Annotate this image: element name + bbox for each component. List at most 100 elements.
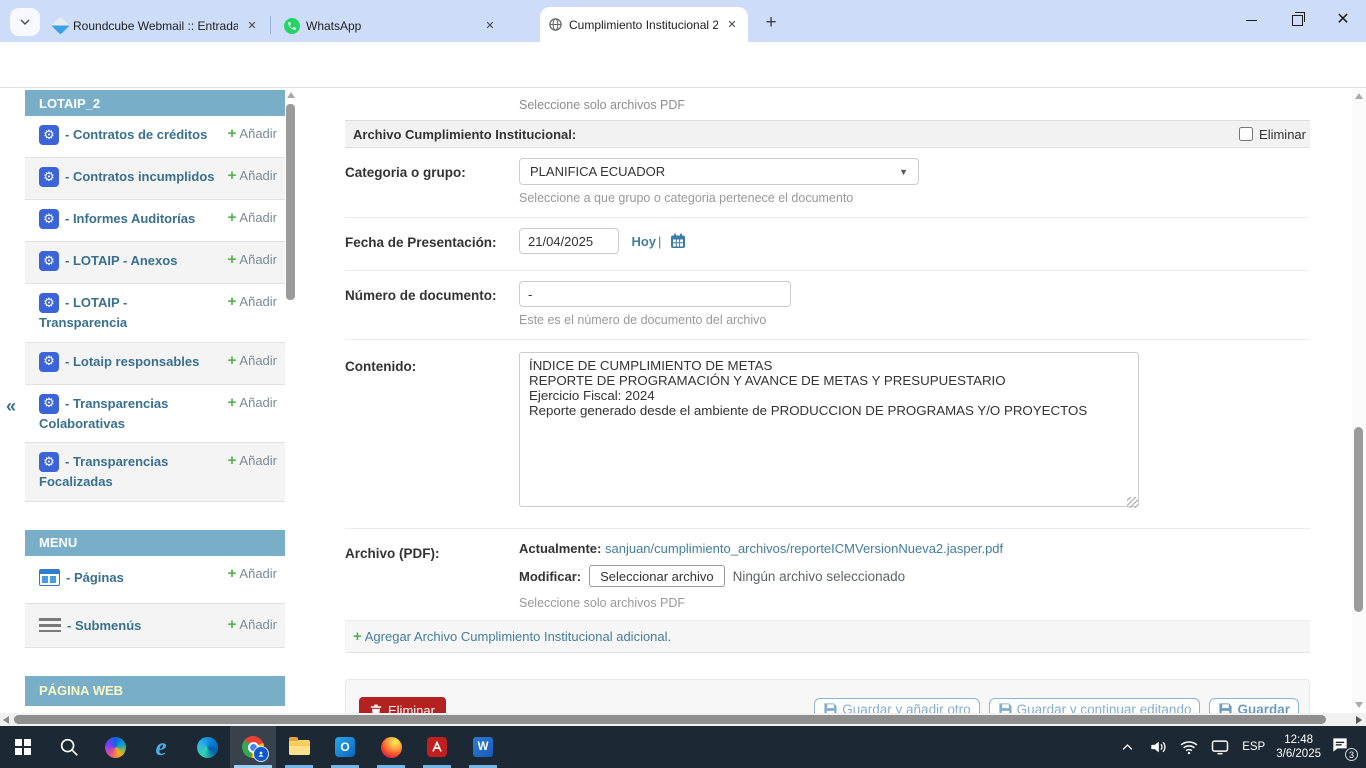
start-button[interactable]: [0, 726, 46, 768]
minimize-button[interactable]: [1228, 0, 1274, 40]
sidebar-item-submenus[interactable]: - Submenús +Añadir: [25, 604, 285, 648]
taskbar-acrobat-button[interactable]: [414, 726, 460, 768]
notification-center-button[interactable]: 3: [1330, 735, 1356, 759]
sidebar-item-label[interactable]: - Informes Auditorías: [65, 211, 195, 226]
save-label: Guardar: [1237, 702, 1290, 713]
tab-whatsapp[interactable]: WhatsApp ✕: [276, 9, 506, 42]
sidebar-item-pagina-web[interactable]: +Añadir: [25, 706, 285, 714]
sidebar-item-label[interactable]: - Contratos de créditos: [65, 127, 207, 142]
sidebar-scrollbar-thumb[interactable]: [286, 104, 295, 300]
taskbar-edge-button[interactable]: [184, 726, 230, 768]
sidebar-item-lotaip-anexos[interactable]: ⚙- LOTAIP - Anexos +Añadir: [25, 242, 285, 284]
resize-handle[interactable]: [1127, 497, 1138, 508]
sidebar-item-paginas[interactable]: - Páginas +Añadir: [25, 556, 285, 604]
taskbar-copilot-button[interactable]: [92, 726, 138, 768]
tray-expand-button[interactable]: [1116, 736, 1138, 758]
delete-button[interactable]: Eliminar: [359, 697, 446, 713]
wifi-icon: [1179, 737, 1199, 757]
tab-search-button[interactable]: [10, 8, 40, 36]
tab-roundcube[interactable]: Roundcube Webmail :: Entrada ✕: [46, 9, 268, 42]
scroll-down-arrow[interactable]: [1355, 702, 1363, 708]
add-link[interactable]: +Añadir: [228, 125, 277, 142]
taskbar-clock[interactable]: 12:48 3/6/2025: [1276, 733, 1321, 761]
sidebar-item-informes-auditorias[interactable]: ⚙- Informes Auditorías +Añadir: [25, 200, 285, 242]
add-label: Añadir: [239, 395, 277, 410]
connect-button[interactable]: [1209, 736, 1231, 758]
language-indicator[interactable]: ESP: [1240, 741, 1267, 753]
fecha-input[interactable]: [519, 228, 619, 254]
tab-close-icon[interactable]: ✕: [244, 18, 260, 34]
new-tab-button[interactable]: +: [758, 10, 784, 36]
field-help-text: Seleccione a que grupo o categoria perte…: [519, 191, 1310, 205]
horizontal-scrollbar-thumb[interactable]: [14, 715, 1326, 724]
taskbar-explorer-button[interactable]: [276, 726, 322, 768]
add-label: Añadir: [239, 617, 277, 632]
sidebar-item-contratos-creditos[interactable]: ⚙ - Contratos de créditos +Añadir: [25, 116, 285, 158]
add-link[interactable]: +Añadir: [228, 352, 277, 369]
horizontal-scrollbar[interactable]: [0, 713, 1366, 726]
sidebar-item-label[interactable]: - Lotaip responsables: [65, 354, 199, 369]
volume-button[interactable]: [1147, 736, 1169, 758]
sidebar-item-lotaip-responsables[interactable]: ⚙ - Lotaip responsables +Añadir: [25, 343, 285, 385]
sidebar-item-label[interactable]: - Páginas: [66, 570, 124, 585]
sidebar-collapse-button[interactable]: «: [6, 396, 16, 417]
scroll-right-arrow[interactable]: [1356, 716, 1362, 724]
add-link[interactable]: +Añadir: [228, 616, 277, 633]
current-file-link[interactable]: sanjuan/cumplimiento_archivos/reporteICM…: [605, 541, 1003, 556]
add-link[interactable]: +Añadir: [228, 452, 277, 469]
close-button[interactable]: ✕: [1320, 0, 1366, 40]
tab-close-icon[interactable]: ✕: [724, 17, 740, 33]
sidebar-item-label[interactable]: - Contratos incumplidos: [65, 169, 215, 184]
search-icon: [58, 736, 80, 758]
add-link[interactable]: +Añadir: [228, 209, 277, 226]
contenido-textarea[interactable]: ÍNDICE DE CUMPLIMIENTO DE METAS REPORTE …: [519, 352, 1139, 507]
numero-input[interactable]: [519, 281, 791, 307]
plus-icon: +: [228, 394, 237, 411]
add-label: Añadir: [239, 294, 277, 309]
calendar-button[interactable]: [670, 233, 686, 254]
taskbar-ie-button[interactable]: e: [138, 726, 184, 768]
maximize-button[interactable]: [1274, 0, 1320, 40]
add-link[interactable]: +Añadir: [228, 293, 277, 310]
sidebar-item-lotaip-transparencia[interactable]: ⚙- LOTAIP - Transparencia +Añadir: [25, 284, 285, 343]
delete-checkbox-label: Eliminar: [1259, 127, 1306, 142]
sidebar-item-label[interactable]: - Submenús: [67, 618, 141, 633]
sidebar-scroll-up-arrow[interactable]: [287, 92, 295, 98]
taskbar-firefox-button[interactable]: [368, 726, 414, 768]
plus-icon: +: [353, 628, 362, 645]
vertical-scrollbar[interactable]: [1352, 88, 1366, 713]
network-button[interactable]: [1178, 736, 1200, 758]
today-link[interactable]: Hoy: [631, 234, 656, 249]
taskbar-search-button[interactable]: [46, 726, 92, 768]
gear-icon: ⚙: [39, 352, 59, 372]
tab-close-icon[interactable]: ✕: [482, 18, 498, 34]
person-icon: [257, 750, 265, 758]
taskbar-word-button[interactable]: W: [460, 726, 506, 768]
save-and-add-button[interactable]: Guardar y añadir otro: [814, 698, 979, 713]
system-tray: ESP 12:48 3/6/2025 3: [1116, 726, 1366, 768]
delete-checkbox[interactable]: [1239, 127, 1253, 141]
roundcube-favicon: [51, 16, 69, 34]
sidebar-item-transparencias-focalizadas[interactable]: ⚙- Transparencias Focalizadas +Añadir: [25, 443, 285, 502]
tab-cumplimiento-active[interactable]: Cumplimiento Institucional 202 ✕: [540, 7, 748, 42]
taskbar-chrome-button[interactable]: [230, 726, 276, 768]
add-link[interactable]: +Añadir: [228, 565, 277, 582]
calendar-icon: [670, 233, 686, 249]
save-button[interactable]: Guardar: [1209, 698, 1299, 713]
sidebar-item-transparencias-colaborativas[interactable]: ⚙- Transparencias Colaborativas +Añadir: [25, 385, 285, 444]
add-link[interactable]: +Añadir: [228, 167, 277, 184]
add-link[interactable]: +Añadir: [228, 251, 277, 268]
gear-icon: ⚙: [39, 125, 59, 145]
vertical-scrollbar-thumb[interactable]: [1354, 427, 1363, 612]
save-buttons: Guardar y añadir otro Guardar y continua…: [814, 698, 1299, 713]
sidebar-item-contratos-incumplidos[interactable]: ⚙- Contratos incumplidos +Añadir: [25, 158, 285, 200]
scroll-left-arrow[interactable]: [3, 716, 9, 724]
taskbar-outlook-button[interactable]: O: [322, 726, 368, 768]
save-and-continue-button[interactable]: Guardar y continuar editando: [989, 698, 1201, 713]
scroll-up-arrow[interactable]: [1355, 93, 1363, 99]
choose-file-button[interactable]: Seleccionar archivo: [589, 565, 724, 587]
add-inline-link[interactable]: Agregar Archivo Cumplimiento Institucion…: [365, 629, 671, 644]
sidebar-item-label[interactable]: - LOTAIP - Anexos: [65, 253, 177, 268]
categoria-select[interactable]: PLANIFICA ECUADOR ▼: [519, 158, 919, 185]
add-link[interactable]: +Añadir: [228, 394, 277, 411]
